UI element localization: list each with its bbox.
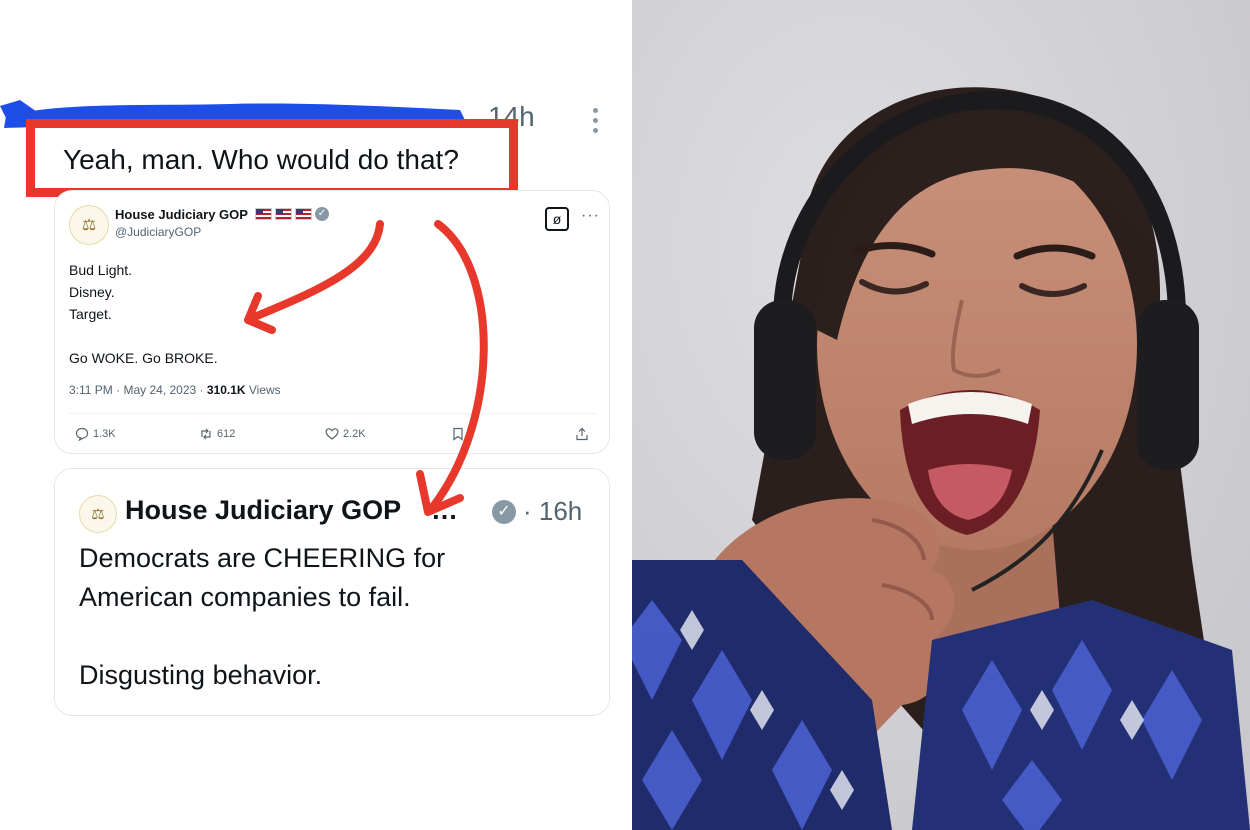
- embedded-timestamp[interactable]: 3:11 PM · May 24, 2023 ·: [69, 383, 207, 397]
- embedded-author-name[interactable]: House Judiciary GOP: [115, 207, 248, 222]
- retweet-button[interactable]: 612: [199, 427, 235, 441]
- highlighted-reply-box: Yeah, man. Who would do that?: [26, 119, 518, 197]
- embedded-tweet-body: Bud Light. Disney. Target. Go WOKE. Go B…: [69, 262, 218, 366]
- views-label: Views: [245, 383, 281, 397]
- bookmark-icon: [453, 427, 463, 441]
- tweet-timestamp[interactable]: · 16h: [523, 496, 582, 527]
- like-button[interactable]: 2.2K: [325, 427, 366, 441]
- reply-button[interactable]: 1.3K: [75, 427, 116, 441]
- like-count: 2.2K: [343, 428, 366, 440]
- reply-count: 1.3K: [93, 428, 116, 440]
- more-options-icon[interactable]: [585, 108, 605, 136]
- more-icon[interactable]: ···: [581, 207, 600, 225]
- tweet-body: Democrats are CHEERING for American comp…: [79, 543, 446, 690]
- embedded-tweet-meta: 3:11 PM · May 24, 2023 · 310.1K Views: [69, 383, 281, 397]
- panel-divider: [620, 0, 632, 830]
- scales-icon[interactable]: ⚖: [69, 205, 109, 245]
- share-icon: [576, 427, 588, 441]
- truncation-ellipsis: …: [431, 495, 458, 525]
- like-icon: [325, 428, 339, 440]
- share-button[interactable]: [575, 427, 589, 441]
- original-tweet-card[interactable]: ⚖ House Judiciary GOP … ✓ · 16h Democrat…: [54, 468, 610, 716]
- tweet-screenshot-panel: 14h Yeah, man. Who would do that? ⚖ Hous…: [0, 0, 620, 830]
- embedded-tweet-card[interactable]: ⚖ House Judiciary GOP ✓ @JudiciaryGOP ø …: [54, 190, 610, 454]
- grok-icon[interactable]: ø: [545, 207, 569, 231]
- author-name[interactable]: House Judiciary GOP: [125, 495, 401, 526]
- reply-text: Yeah, man. Who would do that?: [63, 144, 459, 175]
- view-count: 310.1K: [206, 383, 246, 397]
- reply-icon: [75, 427, 89, 441]
- verified-icon: ✓: [492, 500, 516, 524]
- divider: [69, 413, 597, 414]
- bookmark-button[interactable]: [451, 427, 465, 441]
- us-flag-emoji: [255, 208, 312, 220]
- tweet-action-bar: 1.3K 612 2.2K: [75, 427, 595, 447]
- verified-icon: ✓: [315, 207, 329, 221]
- scales-icon[interactable]: ⚖: [79, 495, 117, 533]
- reaction-photo: [632, 0, 1250, 830]
- retweet-count: 612: [217, 428, 236, 440]
- laughing-woman-photo: [632, 0, 1250, 830]
- retweet-icon: [201, 428, 211, 440]
- embedded-author-handle[interactable]: @JudiciaryGOP: [115, 225, 201, 239]
